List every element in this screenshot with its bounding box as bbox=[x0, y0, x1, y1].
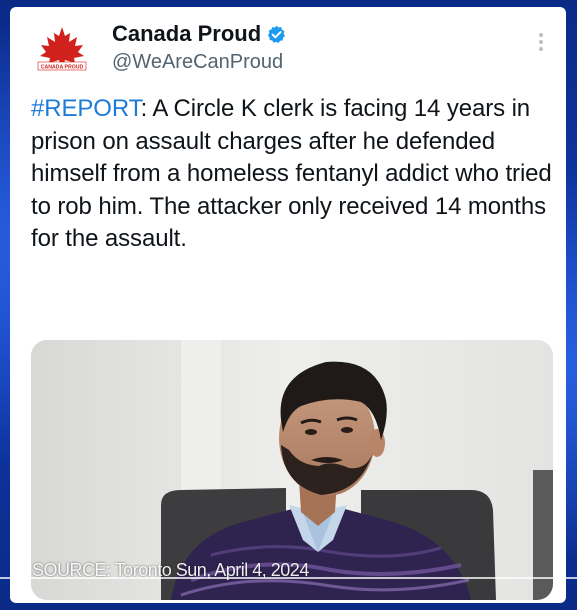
avatar-text: CANADA PROUD bbox=[41, 64, 84, 70]
tweet-text: #REPORT: A Circle K clerk is facing 14 y… bbox=[31, 93, 556, 256]
maple-leaf-icon[interactable]: CANADA PROUD bbox=[34, 25, 90, 75]
screen-background: CANADA PROUD Canada Proud @WeAreCanProud… bbox=[0, 0, 577, 610]
more-vertical-icon[interactable] bbox=[538, 33, 544, 55]
display-name[interactable]: Canada Proud bbox=[112, 21, 286, 47]
caption-divider bbox=[0, 577, 577, 579]
verified-badge-icon bbox=[267, 25, 286, 43]
account-handle[interactable]: @WeAreCanProud bbox=[112, 51, 283, 74]
tweet-header: CANADA PROUD Canada Proud @WeAreCanProud bbox=[10, 7, 566, 95]
tweet-card[interactable]: CANADA PROUD Canada Proud @WeAreCanProud… bbox=[10, 7, 566, 603]
display-name-text[interactable]: Canada Proud bbox=[112, 21, 261, 46]
hashtag-link[interactable]: #REPORT bbox=[31, 95, 141, 122]
